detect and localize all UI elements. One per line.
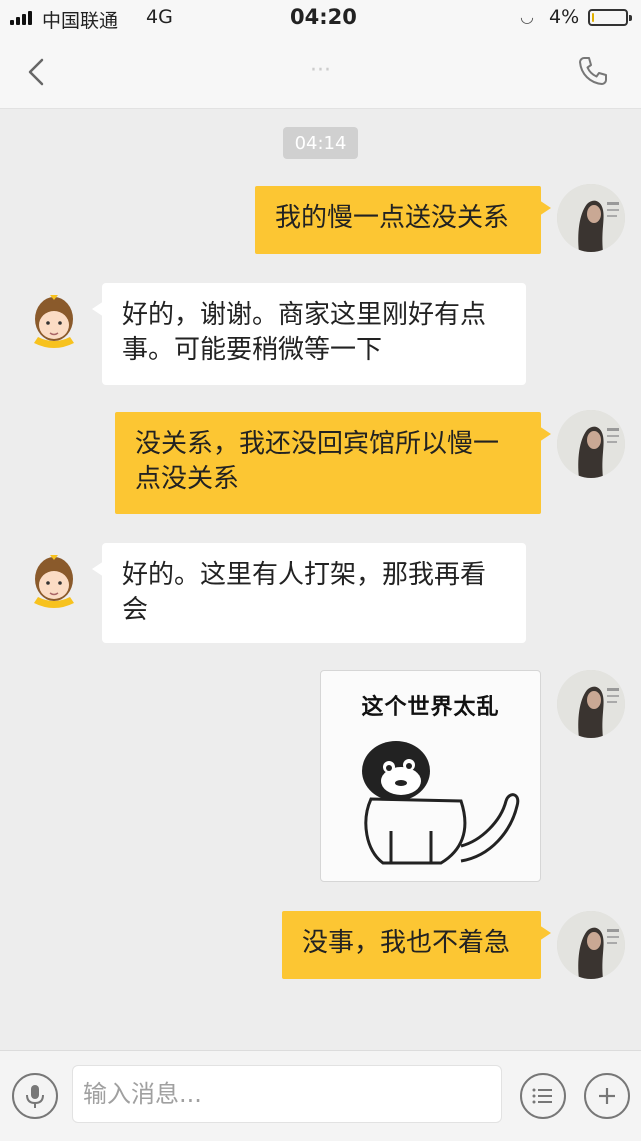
incoming-message[interactable]: 好的。这里有人打架，那我再看会 xyxy=(92,543,526,643)
status-time: 04:20 xyxy=(290,5,357,29)
incoming-message[interactable]: 好的，谢谢。商家这里刚好有点事。可能要稍微等一下 xyxy=(92,283,526,385)
courier-avatar[interactable] xyxy=(20,283,88,351)
user-photo-icon xyxy=(557,670,625,738)
carrier-name: 中国联通 xyxy=(42,10,119,32)
signal-icon xyxy=(10,11,32,25)
user-avatar[interactable] xyxy=(557,670,625,738)
nav-bar: ··· xyxy=(0,36,641,109)
microphone-icon[interactable] xyxy=(12,1073,58,1119)
status-bar: 中国联通 4G 04:20 ◡ 4% xyxy=(0,0,641,36)
battery-level xyxy=(592,13,594,22)
user-avatar[interactable] xyxy=(557,911,625,979)
panda-cat-sticker-icon xyxy=(362,741,520,865)
courier-avatar[interactable] xyxy=(20,543,88,611)
outgoing-message[interactable]: 没事，我也不着急 xyxy=(282,911,551,979)
battery-icon xyxy=(588,9,632,26)
user-avatar[interactable] xyxy=(557,410,625,478)
sticker-message[interactable]: 这个世界太乱 xyxy=(320,670,541,882)
network-type: 4G xyxy=(146,6,173,28)
courier-icon xyxy=(34,295,74,348)
chat-title: ··· xyxy=(310,58,331,83)
courier-icon xyxy=(34,555,74,608)
phone-icon[interactable] xyxy=(576,54,610,88)
user-avatar[interactable] xyxy=(557,184,625,252)
user-photo-icon xyxy=(557,410,625,478)
chat-timestamp: 04:14 xyxy=(283,127,358,159)
outgoing-message[interactable]: 我的慢一点送没关系 xyxy=(255,186,551,254)
user-photo-icon xyxy=(557,911,625,979)
battery-percent: 4% xyxy=(549,6,580,28)
outgoing-message[interactable]: 没关系，我还没回宾馆所以慢一点没关系 xyxy=(115,412,551,514)
plus-icon[interactable] xyxy=(584,1073,630,1119)
message-input[interactable] xyxy=(72,1065,502,1123)
input-bar xyxy=(0,1050,641,1141)
user-photo-icon xyxy=(557,184,625,252)
alarm-icon: ◡ xyxy=(520,7,534,26)
list-icon[interactable] xyxy=(520,1073,566,1119)
